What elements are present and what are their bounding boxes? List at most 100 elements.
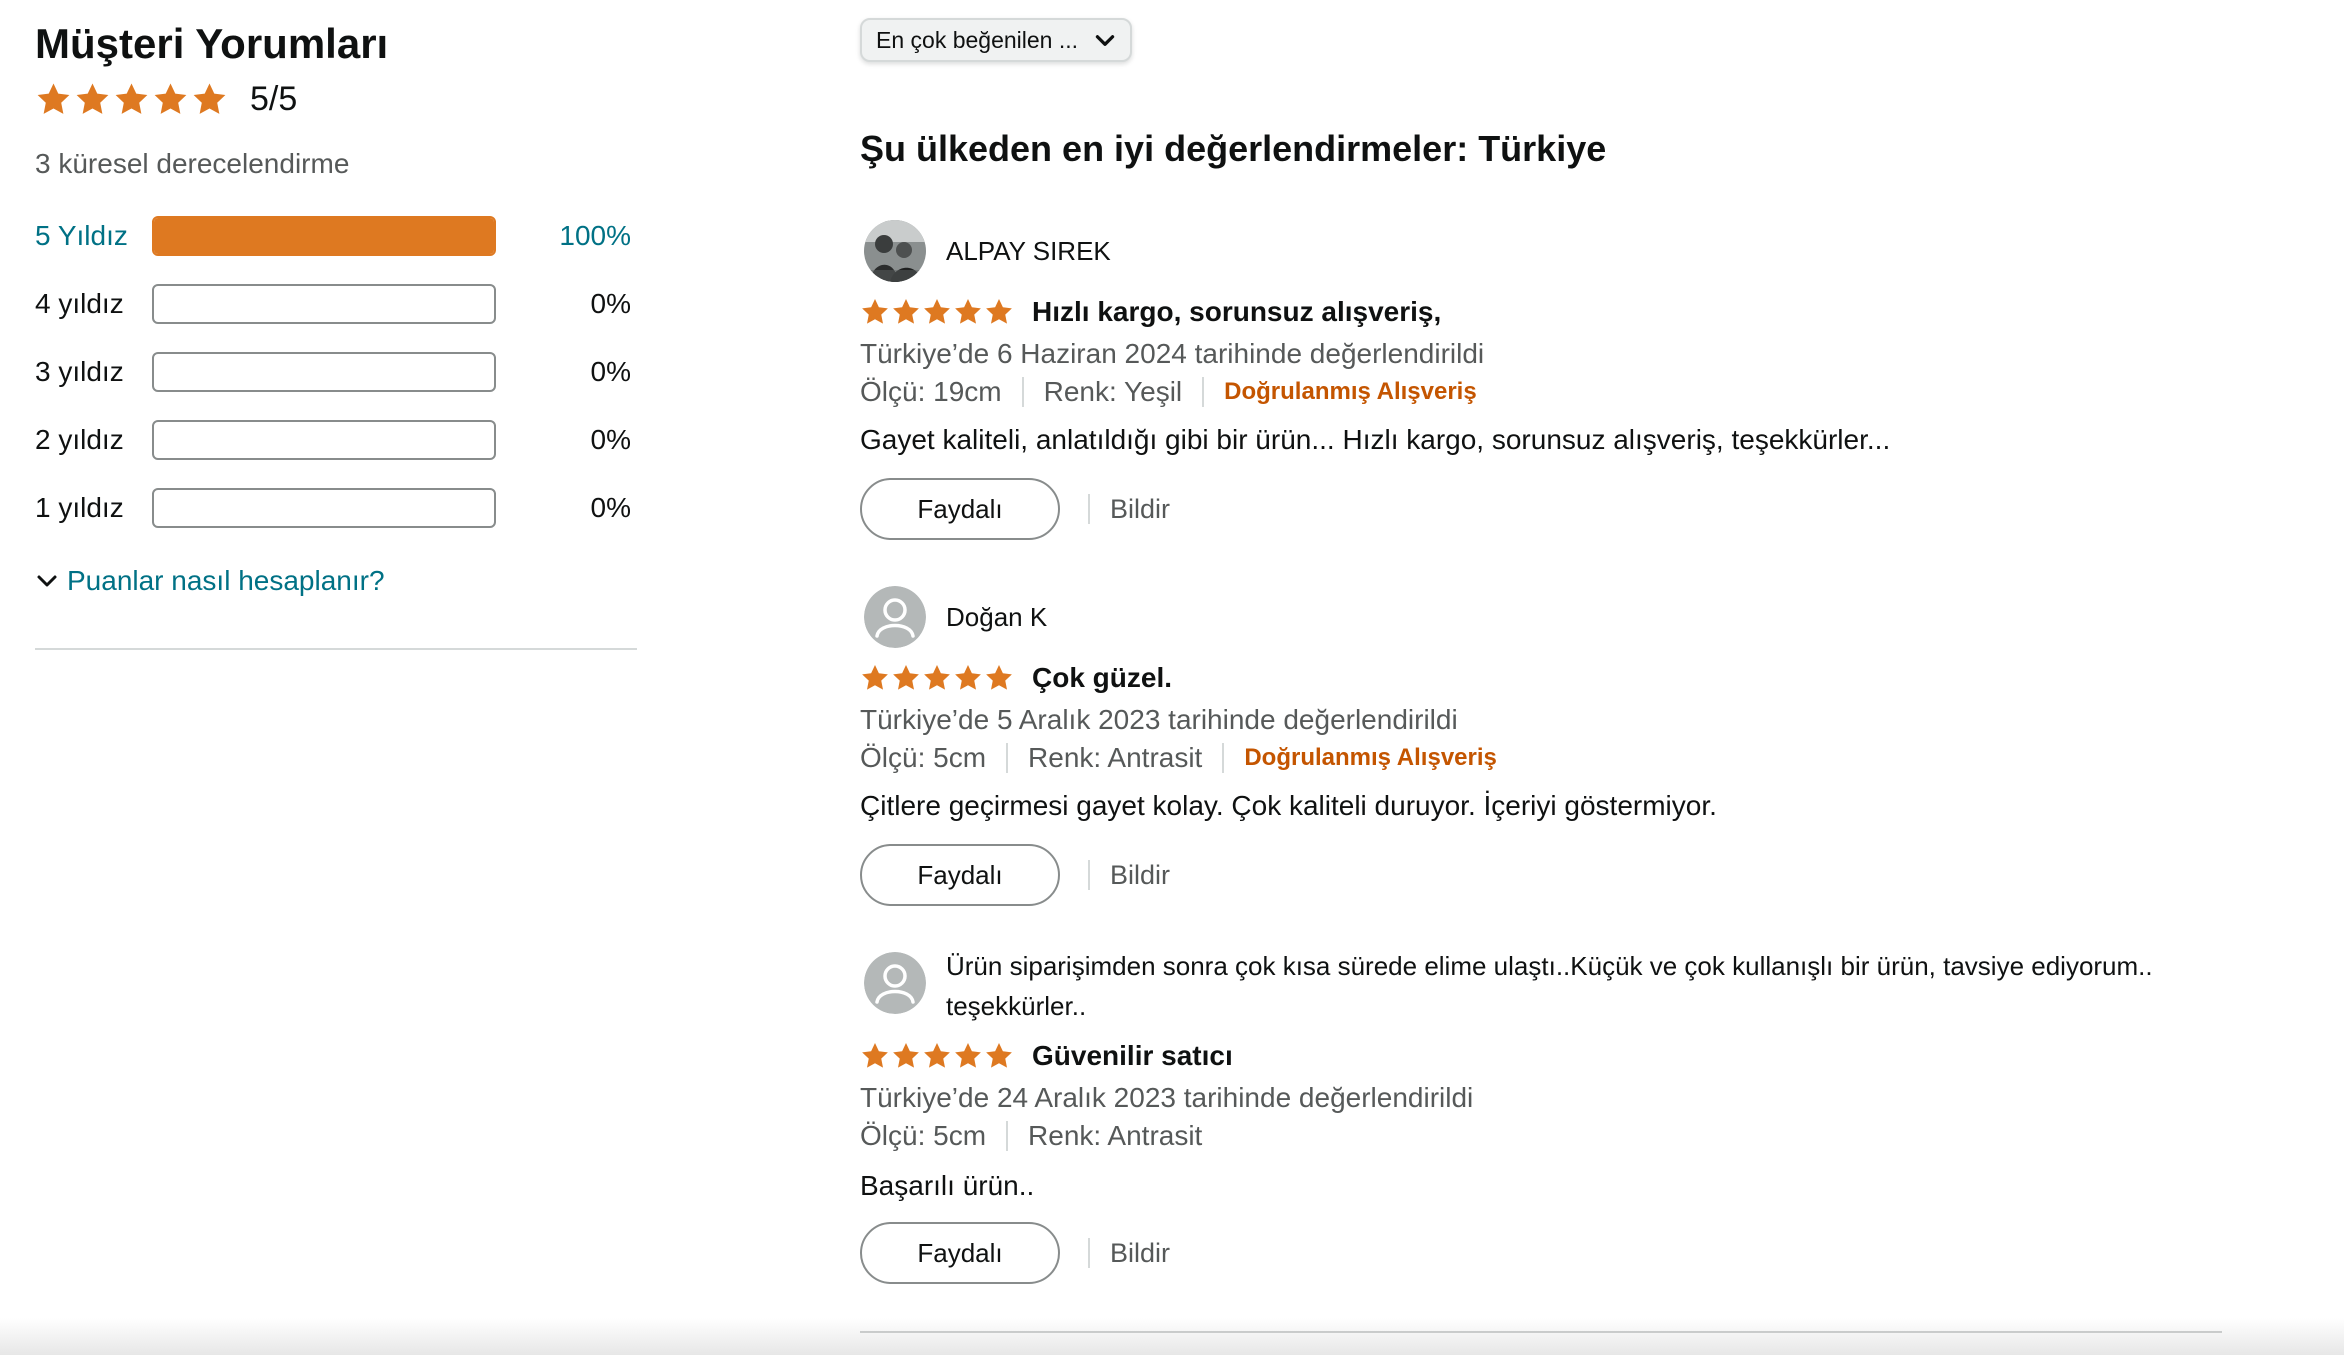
review-variant: Ölçü: 5cm Renk: Antrasit bbox=[860, 1120, 1202, 1152]
divider bbox=[1006, 743, 1009, 773]
review-date: Türkiye’de 5 Aralık 2023 tarihinde değer… bbox=[860, 704, 1458, 735]
star-icon bbox=[986, 1043, 1012, 1068]
review-rating-row: Güvenilir satıcı bbox=[860, 1040, 1233, 1072]
histogram-row-1-star: 1 yıldız 0% bbox=[35, 488, 635, 530]
reviewer-name[interactable]: Doğan K bbox=[946, 602, 1047, 633]
reviewer-name[interactable]: Ürün siparişimden sonra çok kısa sürede … bbox=[946, 946, 2226, 1026]
avatar[interactable] bbox=[864, 220, 926, 282]
histogram-label: 4 yıldız bbox=[35, 288, 124, 319]
review-body: Çitlere geçirmesi gayet kolay. Çok kalit… bbox=[860, 790, 1717, 821]
avatar[interactable] bbox=[864, 952, 926, 1014]
histogram-row-5-star[interactable]: 5 Yıldız 100% bbox=[35, 216, 635, 258]
divider bbox=[35, 648, 637, 650]
star-icon bbox=[924, 665, 950, 690]
how-ratings-calculated-link[interactable]: Puanlar nasıl hesaplanır? bbox=[35, 565, 385, 597]
report-link[interactable]: Bildir bbox=[1110, 860, 1170, 891]
variant-color[interactable]: Renk: Antrasit bbox=[1028, 1120, 1202, 1152]
variant-size[interactable]: Ölçü: 5cm bbox=[860, 742, 986, 774]
star-icon bbox=[862, 299, 888, 324]
divider bbox=[860, 1331, 2222, 1333]
star-icon bbox=[893, 665, 919, 690]
star-icon bbox=[37, 83, 70, 114]
divider bbox=[1021, 377, 1024, 407]
profile-photo bbox=[864, 220, 926, 282]
average-stars bbox=[35, 81, 228, 118]
histogram-label: 1 yıldız bbox=[35, 492, 124, 523]
review-stars[interactable] bbox=[860, 663, 1014, 693]
histogram-bar bbox=[152, 488, 496, 528]
variant-size[interactable]: Ölçü: 5cm bbox=[860, 1120, 986, 1152]
chevron-down-icon bbox=[37, 575, 57, 587]
default-avatar-icon bbox=[864, 586, 926, 648]
divider bbox=[1088, 1238, 1090, 1268]
star-icon bbox=[862, 665, 888, 690]
histogram-percent[interactable]: 100% bbox=[496, 220, 631, 252]
star-icon bbox=[986, 665, 1012, 690]
star-icon bbox=[986, 299, 1012, 324]
divider bbox=[1088, 494, 1090, 524]
bottom-shadow bbox=[0, 1318, 2344, 1355]
review-date: Türkiye’de 24 Aralık 2023 tarihinde değe… bbox=[860, 1082, 1474, 1113]
review-variant: Ölçü: 19cm Renk: Yeşil Doğrulanmış Alışv… bbox=[860, 376, 1477, 408]
histogram-fill bbox=[154, 218, 494, 254]
global-ratings-count: 3 küresel derecelendirme bbox=[35, 148, 350, 179]
histogram-row-4-star: 4 yıldız 0% bbox=[35, 284, 635, 326]
variant-size[interactable]: Ölçü: 19cm bbox=[860, 376, 1002, 408]
star-icon bbox=[76, 83, 109, 114]
review-body: Gayet kaliteli, anlatıldığı gibi bir ürü… bbox=[860, 424, 1891, 455]
star-icon bbox=[955, 1043, 981, 1068]
histogram-row-2-star: 2 yıldız 0% bbox=[35, 420, 635, 462]
review-date: Türkiye’de 6 Haziran 2024 tarihinde değe… bbox=[860, 338, 1485, 369]
histogram-label: 3 yıldız bbox=[35, 356, 124, 387]
divider bbox=[1222, 743, 1225, 773]
default-avatar-icon bbox=[864, 952, 926, 1014]
avatar[interactable] bbox=[864, 586, 926, 648]
histogram-percent: 0% bbox=[590, 288, 631, 319]
summary-title: Müşteri Yorumları bbox=[35, 20, 389, 67]
histogram-bar bbox=[152, 352, 496, 392]
star-icon bbox=[893, 299, 919, 324]
report-link[interactable]: Bildir bbox=[1110, 1238, 1170, 1269]
sort-selected-value[interactable]: En çok beğenilen ... bbox=[876, 27, 1092, 54]
histogram-bar bbox=[152, 284, 496, 324]
helpful-button[interactable]: Faydalı bbox=[860, 1222, 1060, 1284]
divider bbox=[1202, 377, 1205, 407]
review-actions: Faydalı Bildir bbox=[860, 844, 1170, 906]
review-rating-row: Çok güzel. bbox=[860, 662, 1172, 694]
histogram-percent: 0% bbox=[590, 424, 631, 455]
review-actions: Faydalı Bildir bbox=[860, 478, 1170, 540]
report-link[interactable]: Bildir bbox=[1110, 494, 1170, 525]
histogram-percent: 0% bbox=[590, 492, 631, 523]
sort-dropdown[interactable]: En çok beğenilen ... bbox=[860, 18, 1132, 62]
review-stars[interactable] bbox=[860, 1041, 1014, 1071]
star-icon bbox=[862, 1043, 888, 1068]
star-icon bbox=[193, 83, 226, 114]
chevron-down-icon bbox=[1095, 35, 1115, 46]
average-rating-text: 5/5 bbox=[250, 80, 298, 118]
variant-color[interactable]: Renk: Antrasit bbox=[1028, 742, 1202, 774]
review-stars[interactable] bbox=[860, 297, 1014, 327]
verified-purchase-badge[interactable]: Doğrulanmış Alışveriş bbox=[1224, 378, 1477, 406]
review-title[interactable]: Hızlı kargo, sorunsuz alışveriş, bbox=[1032, 296, 1441, 328]
helpful-button[interactable]: Faydalı bbox=[860, 844, 1060, 906]
review-title[interactable]: Güvenilir satıcı bbox=[1032, 1040, 1233, 1072]
reviewer-name[interactable]: ALPAY SIREK bbox=[946, 236, 1111, 267]
star-icon bbox=[955, 665, 981, 690]
helpful-button[interactable]: Faydalı bbox=[860, 478, 1060, 540]
review-title[interactable]: Çok güzel. bbox=[1032, 662, 1172, 694]
divider bbox=[1088, 860, 1090, 890]
star-icon bbox=[924, 299, 950, 324]
review-body: Başarılı ürün.. bbox=[860, 1170, 1035, 1201]
average-rating: 5/5 bbox=[35, 80, 297, 119]
how-ratings-calculated-label[interactable]: Puanlar nasıl hesaplanır? bbox=[67, 565, 385, 597]
histogram-label: 2 yıldız bbox=[35, 424, 124, 455]
divider bbox=[1006, 1121, 1009, 1151]
review-actions: Faydalı Bildir bbox=[860, 1222, 1170, 1284]
verified-purchase-badge[interactable]: Doğrulanmış Alışveriş bbox=[1244, 744, 1497, 772]
star-icon bbox=[154, 83, 187, 114]
histogram-bar bbox=[152, 420, 496, 460]
customer-reviews-page: Müşteri Yorumları 5/5 3 küresel derecele… bbox=[0, 0, 2344, 1355]
histogram-label[interactable]: 5 Yıldız bbox=[35, 220, 128, 252]
histogram-row-3-star: 3 yıldız 0% bbox=[35, 352, 635, 394]
variant-color[interactable]: Renk: Yeşil bbox=[1044, 376, 1183, 408]
